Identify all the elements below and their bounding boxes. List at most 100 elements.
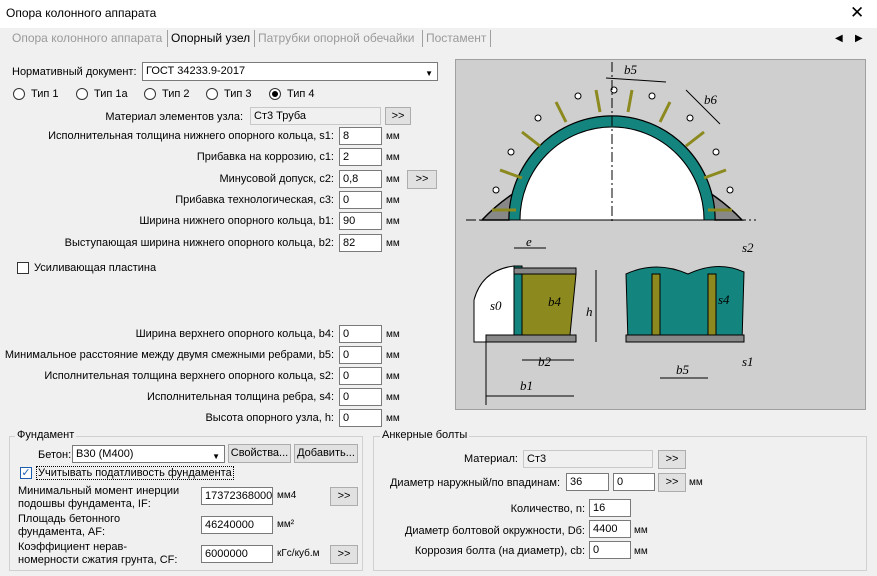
- doc-select[interactable]: ГОСТ 34233.9-2017 ▼: [142, 62, 438, 81]
- inertia-field[interactable]: 17372368000: [201, 487, 273, 505]
- reinforcing-plate-checkbox[interactable]: [17, 262, 29, 274]
- radio-type4[interactable]: [269, 88, 281, 100]
- dim-label-b5b: b5: [676, 362, 690, 377]
- anchor-bolts-title: Анкерные болты: [380, 429, 470, 441]
- param-top-field[interactable]: 90: [339, 212, 382, 231]
- circle-field[interactable]: 4400: [589, 520, 631, 538]
- corrosion-field[interactable]: 0: [589, 541, 631, 559]
- diameter-unit: мм: [689, 477, 703, 488]
- radio-type2-label: Тип 2: [162, 88, 190, 100]
- param-bottom-field[interactable]: 0: [339, 387, 382, 406]
- coef-label: Коэффициент нерав- номерности сжатия гру…: [18, 541, 178, 566]
- dim-label-b5: b5: [624, 62, 638, 77]
- param-bottom-field[interactable]: 0: [339, 345, 382, 364]
- param-top-label: Прибавка на коррозию, c1:: [196, 151, 334, 164]
- dim-label-s1: s1: [742, 354, 754, 369]
- coef-field[interactable]: 6000000: [201, 545, 273, 563]
- radio-type2[interactable]: [144, 88, 156, 100]
- dim-label-b4: b4: [548, 294, 562, 309]
- param-top-label: Ширина нижнего опорного кольца, b1:: [139, 215, 334, 228]
- diameter-label: Диаметр наружный/по впадинам:: [389, 477, 560, 489]
- coef-button[interactable]: >>: [330, 545, 358, 564]
- param-bottom-label: Минимальное расстояние между двумя смежн…: [4, 348, 334, 361]
- param-bottom-field[interactable]: 0: [339, 366, 382, 385]
- param-top-unit: мм: [386, 152, 400, 164]
- doc-value: ГОСТ 34233.9-2017: [146, 65, 246, 77]
- param-top-field[interactable]: 8: [339, 127, 382, 145]
- dim-line-b5: [605, 77, 667, 83]
- anchor-material-button[interactable]: >>: [658, 450, 686, 469]
- concrete-add-button[interactable]: Добавить...: [294, 444, 358, 463]
- param-top-label: Прибавка технологическая, c3:: [175, 193, 334, 206]
- radio-type1a-label: Тип 1а: [94, 88, 128, 100]
- c2-details-button[interactable]: >>: [407, 170, 437, 189]
- param-top-unit: мм: [386, 131, 400, 142]
- material-button[interactable]: >>: [385, 107, 411, 125]
- radio-type1[interactable]: [13, 88, 25, 100]
- tab-separator: [167, 30, 168, 47]
- area-field[interactable]: 46240000: [201, 516, 273, 534]
- count-label: Количество, n:: [510, 503, 585, 515]
- concrete-value: B30 (M400): [76, 448, 134, 460]
- anchor-material-label: Материал:: [463, 453, 518, 465]
- dim-label-b1: b1: [520, 378, 533, 393]
- diameter-inner-field[interactable]: 0: [613, 473, 655, 491]
- corrosion-label: Коррозия болта (на диаметр), cb:: [414, 545, 585, 557]
- reinforcing-plate-label: Усиливающая пластина: [34, 262, 157, 274]
- param-top-label: Выступающая ширина нижнего опорного коль…: [64, 236, 334, 249]
- material-field[interactable]: Ст3 Труба: [250, 107, 381, 125]
- tab-prev-icon[interactable]: ◀: [835, 33, 843, 44]
- tab-pedestal[interactable]: Постамент: [426, 31, 486, 45]
- radio-type3[interactable]: [206, 88, 218, 100]
- area-label: Площадь бетонного фундамента, AF:: [18, 513, 121, 538]
- foundation-group-title: Фундамент: [15, 429, 77, 441]
- param-top-field[interactable]: 0,8: [339, 169, 382, 188]
- radio-type1a[interactable]: [76, 88, 88, 100]
- shell-wall-left: [513, 265, 523, 343]
- param-top-unit: мм: [386, 173, 400, 185]
- count-field[interactable]: 16: [589, 499, 631, 517]
- diameter-button[interactable]: >>: [658, 473, 686, 492]
- param-bottom-unit: мм: [386, 349, 400, 361]
- concrete-label: Бетон:: [38, 449, 72, 461]
- radio-type3-label: Тип 3: [224, 88, 252, 100]
- dim-label-b6: b6: [704, 92, 718, 107]
- concrete-properties-button[interactable]: Свойства...: [228, 444, 291, 463]
- diameter-outer-field[interactable]: 36: [566, 473, 609, 491]
- tab-bar: Опора колонного аппарата Опорный узел Па…: [0, 28, 877, 50]
- param-top-field[interactable]: 0: [339, 190, 382, 209]
- bottom-ring-left: [485, 334, 577, 343]
- param-bottom-field[interactable]: 0: [339, 325, 382, 343]
- tab-separator: [490, 30, 491, 47]
- concrete-select[interactable]: B30 (M400) ▼: [72, 445, 225, 463]
- param-bottom-unit: мм: [386, 391, 400, 403]
- dim-label-h: h: [586, 304, 593, 319]
- close-icon[interactable]: ✕: [850, 3, 864, 23]
- param-bottom-unit: мм: [386, 412, 400, 424]
- param-top-field[interactable]: 2: [339, 148, 382, 167]
- support-node-figure: b5 b6 e s0 b4 h b2 b1 b5 s2 s4 s1: [455, 59, 866, 410]
- rib-right-1: [651, 273, 661, 343]
- bottom-ring-right: [625, 334, 745, 343]
- compliance-label: Учитывать податливость фундамента: [36, 466, 234, 480]
- param-bottom-unit: мм: [386, 329, 400, 340]
- param-bottom-field[interactable]: 0: [339, 408, 382, 427]
- inertia-button[interactable]: >>: [330, 487, 358, 506]
- param-bottom-label: Высота опорного узла, h:: [205, 411, 334, 424]
- chevron-down-icon: ▼: [212, 452, 220, 461]
- compliance-checkbox[interactable]: ✓: [20, 467, 32, 479]
- tab-next-icon[interactable]: ▶: [855, 33, 863, 44]
- tab-column-support[interactable]: Опора колонного аппарата: [12, 31, 162, 45]
- param-bottom-unit: мм: [386, 370, 400, 382]
- tab-nozzles[interactable]: Патрубки опорной обечайки: [258, 31, 415, 45]
- inertia-label: Минимальный момент инерции подошвы фунда…: [18, 485, 180, 510]
- param-bottom-label: Исполнительная толщина верхнего опорного…: [44, 369, 334, 382]
- dim-label-s2: s2: [742, 240, 754, 255]
- param-top-label: Минусовой допуск, c2:: [219, 172, 334, 185]
- anchor-material-field[interactable]: Ст3: [523, 450, 653, 468]
- param-top-field[interactable]: 82: [339, 233, 382, 252]
- chevron-down-icon: ▼: [425, 69, 433, 78]
- param-bottom-label: Ширина верхнего опорного кольца, b4:: [135, 328, 334, 340]
- tab-support-node[interactable]: Опорный узел: [171, 31, 250, 45]
- dim-label-s4: s4: [718, 292, 730, 307]
